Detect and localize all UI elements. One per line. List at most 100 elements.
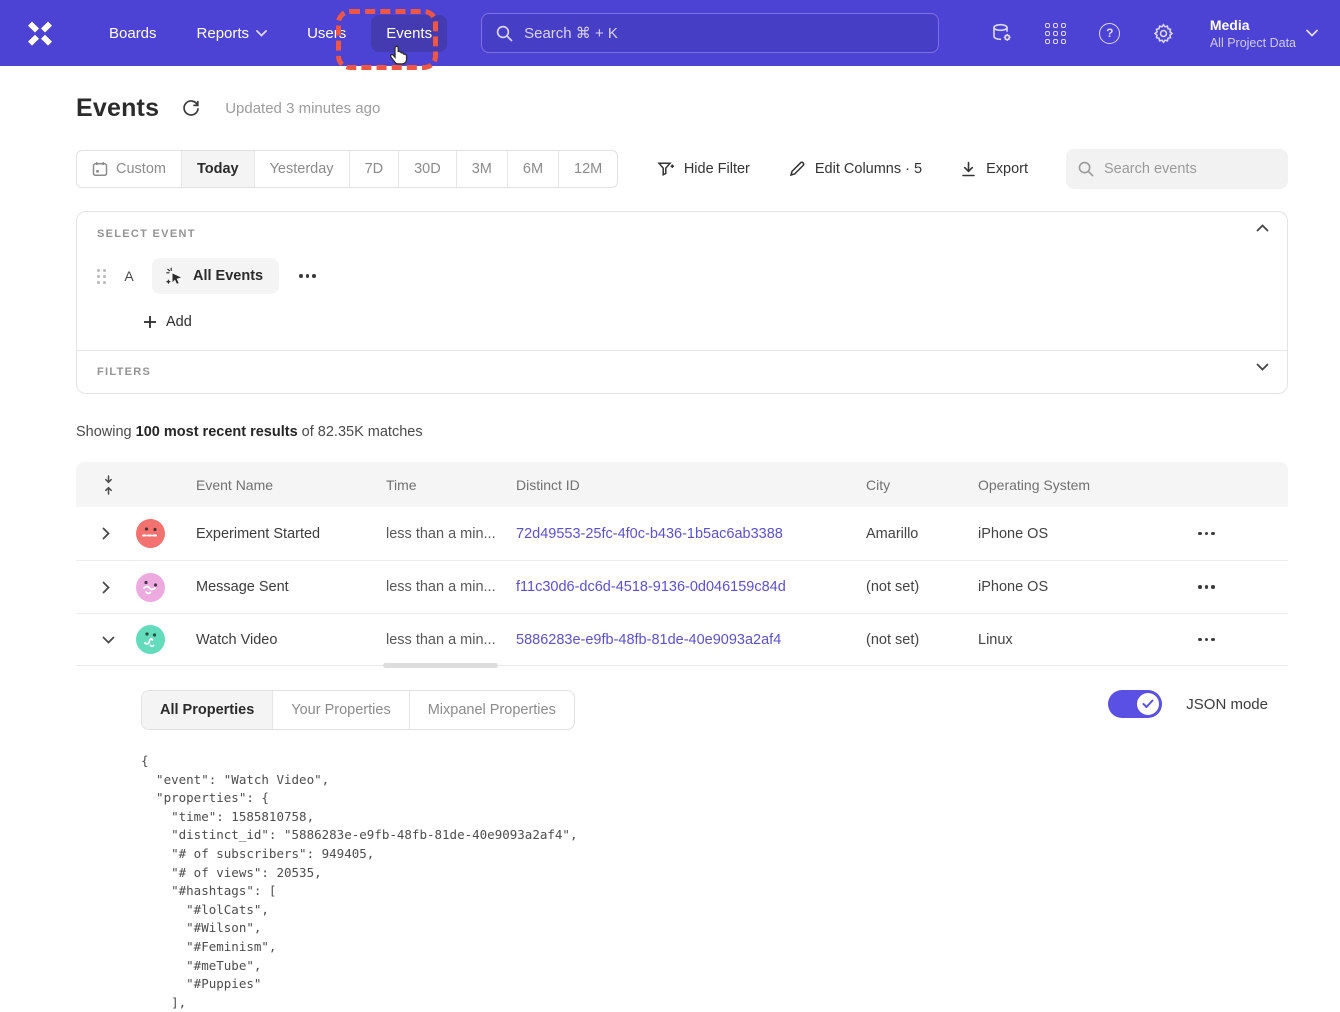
clause-more-button[interactable] <box>295 268 320 284</box>
top-navbar: Boards Reports Users Events Search ⌘ + K <box>0 0 1340 66</box>
results-summary: Showing 100 most recent results of 82.35… <box>76 424 1288 440</box>
hide-filter-label: Hide Filter <box>684 161 750 177</box>
export-button[interactable]: Export <box>960 161 1028 178</box>
tab-all-properties[interactable]: All Properties <box>142 691 272 729</box>
page-header: Events Updated 3 minutes ago <box>76 94 1288 123</box>
event-clause-row: A All Events <box>97 258 1267 294</box>
toggle-knob <box>1137 693 1159 715</box>
row-collapse-chevron-icon[interactable] <box>76 636 122 644</box>
distinct-id-link[interactable]: f11c30d6-dc6d-4518-9136-0d046159c84d <box>516 579 786 595</box>
row-actions-button[interactable] <box>1194 579 1288 595</box>
table-row[interactable]: Experiment Started less than a min... 72… <box>76 507 1288 560</box>
search-placeholder: Search ⌘ + K <box>524 24 618 42</box>
row-actions-button[interactable] <box>1194 526 1288 542</box>
data-management-icon[interactable] <box>990 21 1014 45</box>
date-range-label: 6M <box>523 161 543 177</box>
date-range-6m[interactable]: 6M <box>507 151 558 187</box>
event-name: Message Sent <box>182 579 372 595</box>
pencil-icon <box>788 160 806 178</box>
navbar-right: ? Media All Project Data <box>990 16 1318 51</box>
json-mode-toggle[interactable] <box>1108 690 1162 718</box>
column-header-city[interactable]: City <box>852 477 964 493</box>
date-range-7d[interactable]: 7D <box>349 151 399 187</box>
drag-handle-icon[interactable] <box>97 269 106 284</box>
mixpanel-logo-icon[interactable] <box>22 15 58 51</box>
summary-count: 100 most recent results <box>136 424 298 440</box>
date-range-custom[interactable]: Custom <box>77 151 181 187</box>
summary-prefix: Showing <box>76 424 136 440</box>
date-range-3m[interactable]: 3M <box>456 151 507 187</box>
event-os: iPhone OS <box>964 526 1164 542</box>
event-selector-chip[interactable]: All Events <box>152 258 279 294</box>
project-selector[interactable]: Media All Project Data <box>1210 16 1318 51</box>
tab-mixpanel-properties[interactable]: Mixpanel Properties <box>409 691 574 729</box>
date-range-12m[interactable]: 12M <box>558 151 617 187</box>
nav-item-users[interactable]: Users <box>292 15 361 52</box>
date-range-picker: Custom Today Yesterday 7D 30D 3M 6M 12M <box>76 150 618 188</box>
event-name: Watch Video <box>182 632 372 648</box>
properties-tabs: All Properties Your Properties Mixpanel … <box>141 690 575 730</box>
search-events-placeholder: Search events <box>1104 161 1197 177</box>
summary-suffix: of 82.35K matches <box>298 424 423 440</box>
horizontal-scrollbar-thumb[interactable] <box>383 663 498 668</box>
refresh-icon[interactable] <box>181 98 203 120</box>
filters-section[interactable]: FILTERS <box>77 351 1287 393</box>
table-body: Experiment Started less than a min... 72… <box>76 507 1288 1012</box>
date-range-30d[interactable]: 30D <box>398 151 456 187</box>
row-actions-button[interactable] <box>1194 632 1288 648</box>
plus-icon <box>143 315 157 329</box>
event-detail-panel: All Properties Your Properties Mixpanel … <box>76 666 1288 1012</box>
event-city: (not set) <box>852 632 964 648</box>
column-header-time[interactable]: Time <box>372 477 502 493</box>
date-range-today[interactable]: Today <box>181 151 254 187</box>
toolbar: Custom Today Yesterday 7D 30D 3M 6M 12M … <box>76 149 1288 189</box>
settings-gear-icon[interactable] <box>1152 21 1176 45</box>
query-builder-card: SELECT EVENT A <box>76 211 1288 394</box>
event-os: iPhone OS <box>964 579 1164 595</box>
nav-label: Users <box>307 25 346 42</box>
project-scope: All Project Data <box>1210 35 1296 51</box>
events-page: Events Updated 3 minutes ago Custom Toda… <box>0 66 1340 1012</box>
date-range-label: Custom <box>116 161 166 177</box>
search-events-input[interactable]: Search events <box>1066 149 1288 189</box>
edit-columns-label: Edit Columns · 5 <box>815 161 922 177</box>
row-expand-chevron-icon[interactable] <box>76 581 122 594</box>
date-range-label: Today <box>197 161 239 177</box>
date-range-label: Yesterday <box>270 161 334 177</box>
event-chip-label: All Events <box>193 268 263 284</box>
check-icon <box>1142 699 1154 709</box>
collapse-section-button[interactable] <box>1256 224 1269 232</box>
filter-funnel-icon <box>657 160 675 178</box>
hide-filter-button[interactable]: Hide Filter <box>657 160 750 178</box>
filters-label: FILTERS <box>97 366 1267 378</box>
nav-item-reports[interactable]: Reports <box>182 15 283 52</box>
table-row-expanded[interactable]: Watch Video less than a min... 5886283e-… <box>76 613 1288 666</box>
apps-grid-icon[interactable] <box>1044 21 1068 45</box>
column-header-distinct-id[interactable]: Distinct ID <box>502 477 852 493</box>
table-row[interactable]: Message Sent less than a min... f11c30d6… <box>76 560 1288 613</box>
add-event-button[interactable]: Add <box>143 314 213 330</box>
tab-your-properties[interactable]: Your Properties <box>272 691 408 729</box>
collapse-all-icon[interactable] <box>76 475 122 495</box>
edit-columns-button[interactable]: Edit Columns · 5 <box>788 160 922 178</box>
date-range-label: 7D <box>365 161 384 177</box>
column-header-os[interactable]: Operating System <box>964 477 1164 493</box>
global-search-input[interactable]: Search ⌘ + K <box>481 13 939 53</box>
page-title: Events <box>76 94 159 123</box>
toolbar-actions: Hide Filter Edit Columns · 5 Export <box>657 149 1288 189</box>
distinct-id-link[interactable]: 5886283e-e9fb-48fb-81de-40e9093a2af4 <box>516 632 781 648</box>
table-header-row: Event Name Time Distinct ID City Operati… <box>76 462 1288 507</box>
date-range-yesterday[interactable]: Yesterday <box>254 151 349 187</box>
column-header-event-name[interactable]: Event Name <box>182 477 372 493</box>
expand-section-button[interactable] <box>1256 363 1269 371</box>
nav-item-events[interactable]: Events <box>371 15 447 52</box>
event-json-viewer[interactable]: { "event": "Watch Video", "properties": … <box>141 752 1288 1012</box>
event-os: Linux <box>964 632 1164 648</box>
row-expand-chevron-icon[interactable] <box>76 527 122 540</box>
help-icon[interactable]: ? <box>1098 21 1122 45</box>
nav-item-boards[interactable]: Boards <box>94 15 172 52</box>
event-time: less than a min... <box>372 579 502 595</box>
calendar-icon <box>92 161 108 177</box>
distinct-id-link[interactable]: 72d49553-25fc-4f0c-b436-1b5ac6ab3388 <box>516 526 783 542</box>
download-icon <box>960 161 977 178</box>
